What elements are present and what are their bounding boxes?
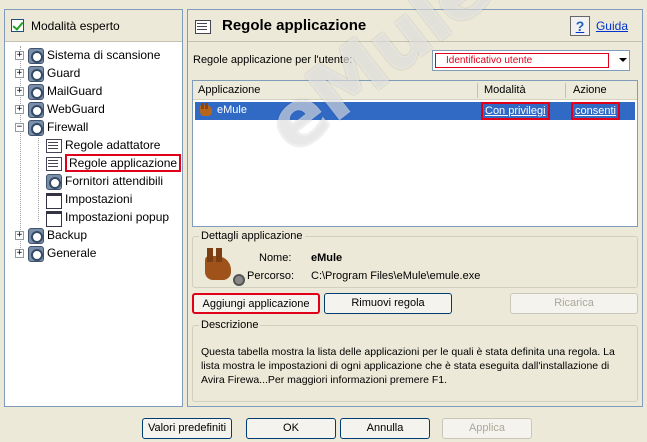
dialog-buttons: Valori predefiniti OK Annulla Applica (0, 410, 647, 442)
emule-icon (199, 103, 213, 117)
collapse-icon[interactable]: − (15, 122, 24, 132)
mode-link[interactable]: Con privilegi (481, 102, 550, 120)
tree-item-adapter-rules[interactable]: Regole adattatore (45, 136, 160, 154)
tree-item-trusted-vendors[interactable]: Fornitori attendibili (45, 172, 163, 190)
gear-icon (27, 245, 44, 262)
application-details: Dettagli applicazione Nome: eMule Percor… (192, 230, 638, 288)
name-value: eMule (311, 252, 343, 264)
tree-item-label: Impostazioni (65, 192, 133, 206)
name-label: Nome: (259, 252, 292, 264)
tree-item-label: Regole applicazione (65, 154, 182, 172)
expand-icon[interactable]: + (15, 86, 24, 96)
cancel-button[interactable]: Annulla (340, 418, 430, 439)
description-box: Descrizione Questa tabella mostra la lis… (192, 319, 638, 402)
tree-item-backup[interactable]: + Backup (15, 226, 87, 244)
application-rules-panel: Regole applicazione ? Guida Regole appli… (187, 9, 643, 407)
expand-icon[interactable]: + (15, 248, 24, 258)
tree-item-webguard[interactable]: + WebGuard (15, 100, 105, 118)
dropdown-arrow-icon[interactable] (619, 58, 627, 62)
tree-item-label: Firewall (47, 120, 89, 134)
tree-item-popup-settings[interactable]: Impostazioni popup (45, 208, 170, 227)
config-tree-panel: Modalità esperto + Sistema di scansione … (4, 9, 183, 407)
table-row[interactable]: eMule Con privilegi consenti (195, 102, 635, 120)
tree-item-firewall[interactable]: − Firewall (15, 118, 88, 136)
tree-item-scan-system[interactable]: + Sistema di scansione (15, 46, 160, 64)
tree-item-mailguard[interactable]: + MailGuard (15, 82, 102, 100)
tree-guide-line (38, 138, 39, 221)
expand-icon[interactable]: + (15, 104, 24, 114)
apply-button[interactable]: Applica (442, 418, 532, 439)
tree-item-label: Sistema di scansione (47, 48, 161, 62)
tree-item-label: WebGuard (47, 102, 105, 116)
tree-item-label: Fornitori attendibili (65, 174, 164, 188)
column-header-action[interactable]: Azione (573, 84, 607, 96)
column-header-mode[interactable]: Modalità (484, 84, 526, 96)
description-legend: Descrizione (201, 319, 259, 331)
tree-item-guard[interactable]: + Guard (15, 64, 80, 82)
application-cell: eMule (199, 103, 247, 117)
emule-logo-icon (203, 248, 245, 286)
panel-header: Regole applicazione ? Guida (188, 10, 642, 42)
settings-window: Modalità esperto + Sistema di scansione … (0, 0, 647, 442)
add-application-button[interactable]: Aggiungi applicazione (192, 293, 320, 314)
tree-item-label: Backup (47, 228, 88, 242)
expert-mode-toggle[interactable]: Modalità esperto (5, 10, 182, 42)
window-icon (45, 209, 62, 227)
gear-icon (27, 83, 44, 100)
reload-button[interactable]: Ricarica (510, 293, 638, 314)
rules-list-icon (45, 155, 62, 171)
expand-icon[interactable]: + (15, 230, 24, 240)
gear-icon (27, 119, 44, 136)
tree-item-label: Regole adattatore (65, 138, 161, 152)
help-label[interactable]: Guida (596, 19, 628, 33)
tree-item-settings[interactable]: Impostazioni (45, 190, 133, 209)
application-rules-table: Applicazione Modalità Azione eMule Con p… (192, 80, 638, 227)
expand-icon[interactable]: + (15, 50, 24, 60)
gear-icon (233, 274, 245, 286)
help-icon[interactable]: ? (569, 16, 590, 36)
tree-item-label: Guard (47, 66, 81, 80)
expert-mode-label: Modalità esperto (31, 18, 120, 33)
user-rules-label: Regole applicazione per l'utente: (193, 54, 353, 66)
tree-item-general[interactable]: + Generale (15, 244, 96, 262)
gear-icon (27, 101, 44, 118)
tree-item-label: Impostazioni popup (65, 210, 170, 224)
column-header-application[interactable]: Applicazione (198, 84, 260, 96)
tree-item-label: MailGuard (47, 84, 103, 98)
path-label: Percorso: (247, 270, 295, 282)
rules-list-icon (45, 137, 62, 153)
gear-icon (27, 47, 44, 64)
remove-rule-button[interactable]: Rimuovi regola (324, 293, 452, 314)
rules-list-icon (194, 18, 211, 34)
expand-icon[interactable]: + (15, 68, 24, 78)
gear-icon (27, 65, 44, 82)
window-icon (45, 191, 62, 209)
user-select-value: Identificativo utente (435, 53, 609, 68)
gear-icon (45, 173, 62, 190)
ok-button[interactable]: OK (246, 418, 336, 439)
description-text: Questa tabella mostra la lista delle app… (201, 346, 615, 386)
user-select[interactable]: Identificativo utente (432, 50, 630, 71)
path-value: C:\Program Files\eMule\emule.exe (311, 270, 481, 282)
gear-icon (27, 227, 44, 244)
help-link[interactable]: ? Guida (569, 16, 628, 36)
table-header: Applicazione Modalità Azione (193, 81, 637, 100)
tree-item-application-rules[interactable]: Regole applicazione (45, 154, 182, 172)
page-title: Regole applicazione (222, 17, 367, 34)
details-legend: Dettagli applicazione (201, 230, 303, 242)
defaults-button[interactable]: Valori predefiniti (142, 418, 232, 439)
tree-item-label: Generale (47, 246, 97, 260)
column-separator[interactable] (477, 83, 478, 98)
column-separator[interactable] (565, 83, 566, 98)
expert-mode-checkbox[interactable] (11, 19, 24, 32)
application-name: eMule (217, 104, 247, 116)
action-link[interactable]: consenti (571, 102, 620, 120)
